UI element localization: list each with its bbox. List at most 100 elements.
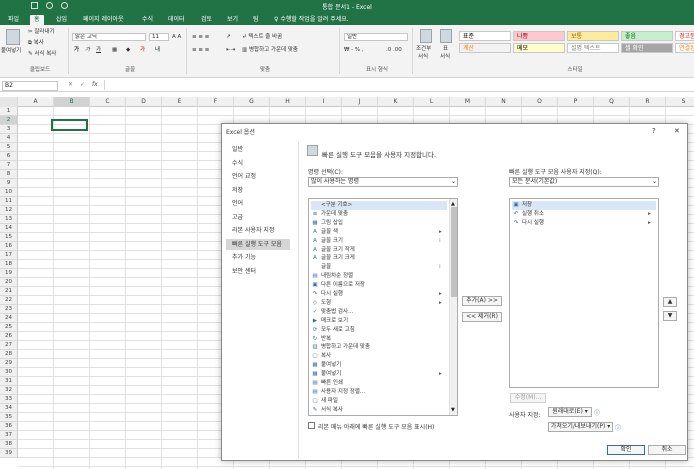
command-item[interactable]: ▢ 새 파일 xyxy=(311,397,447,406)
cell-style-item[interactable]: 보통 xyxy=(567,31,619,41)
underline-button[interactable]: 가 xyxy=(96,46,101,54)
cut-button[interactable]: ✂ 잘라내기 xyxy=(28,28,55,36)
options-nav-item[interactable]: 보안 센터 xyxy=(226,266,290,277)
row-header[interactable]: 39 xyxy=(0,449,18,458)
cancel-button[interactable]: 취소 xyxy=(648,445,686,455)
wrap-text-button[interactable]: ↲ 텍스트 줄 바꿈 xyxy=(242,33,282,41)
column-header[interactable]: N xyxy=(486,97,522,107)
column-header[interactable]: P xyxy=(558,97,594,107)
row-header[interactable]: 12 xyxy=(0,206,18,215)
command-item[interactable]: ◇ 도형 ▸ xyxy=(311,299,447,308)
column-header[interactable]: L xyxy=(414,97,450,107)
command-item[interactable]: ▦ 붙여넣기 xyxy=(311,361,447,370)
paste-button[interactable]: 붙여넣기 xyxy=(1,47,21,55)
commands-list[interactable]: ▲ ▼ <구분 기호> ≡ 가운데 맞춤 ▦ 그림 삽입 A 글꼴 색 ▸ A 글꼴 크기 ⁞ A 글꼴… xyxy=(308,198,458,416)
help-button[interactable]: ? xyxy=(652,127,656,135)
move-up-button[interactable]: ▲ xyxy=(663,297,677,307)
options-nav-item[interactable]: 고급 xyxy=(226,212,290,223)
show-below-ribbon-checkbox[interactable] xyxy=(308,422,315,429)
tab-home[interactable]: 홈 xyxy=(30,15,44,25)
scroll-down-icon[interactable]: ▼ xyxy=(451,407,455,413)
command-item[interactable]: A 글꼴 크기 크게 xyxy=(311,254,447,263)
table-format-button[interactable]: 표 xyxy=(443,45,448,53)
row-header[interactable]: 32 xyxy=(0,386,18,395)
cell-style-item[interactable]: 좋음 xyxy=(621,31,673,41)
column-header[interactable]: M xyxy=(450,97,486,107)
row-header[interactable]: 25 xyxy=(0,323,18,332)
row-header[interactable]: 4 xyxy=(0,134,18,143)
row-header[interactable]: 36 xyxy=(0,422,18,431)
active-cell-b2[interactable] xyxy=(51,119,88,131)
command-item[interactable]: 글꼴 ⁞ xyxy=(311,263,447,272)
command-item[interactable]: ↻ 반복 xyxy=(311,335,447,344)
copy-button[interactable]: ⧉ 복사 xyxy=(28,39,44,47)
options-nav-item[interactable]: 일반 xyxy=(226,144,290,155)
font-size-select[interactable]: 11 xyxy=(149,33,169,41)
command-item[interactable]: ⟳ 모두 새로 고침 xyxy=(311,326,447,335)
row-header[interactable]: 20 xyxy=(0,278,18,287)
row-header[interactable]: 28 xyxy=(0,350,18,359)
formula-input[interactable] xyxy=(104,80,692,90)
column-header[interactable]: S xyxy=(666,97,694,107)
command-item[interactable]: ▦ 그림 삽입 xyxy=(311,219,447,228)
choose-commands-select[interactable]: 많이 사용하는 명령 ⌄ xyxy=(308,177,458,187)
font-name-select[interactable]: 맑은 고딕 xyxy=(72,33,146,41)
cell-style-item[interactable]: 경고문 xyxy=(675,31,694,41)
orientation-icon[interactable]: ↗ xyxy=(226,33,231,41)
cell-style-item[interactable]: 나쁨 xyxy=(513,31,565,41)
command-item[interactable]: ▶ 매크로 보기 xyxy=(311,317,447,326)
command-item[interactable]: A 글꼴 크기 작게 xyxy=(311,246,447,255)
format-painter-button[interactable]: ✎ 서식 복사 xyxy=(28,50,56,58)
row-header[interactable]: 35 xyxy=(0,413,18,422)
column-header[interactable]: O xyxy=(522,97,558,107)
tab-formulas[interactable]: 수식 xyxy=(138,15,157,25)
command-item[interactable]: ≡ 가운데 맞춤 xyxy=(311,210,447,219)
row-header[interactable]: 17 xyxy=(0,251,18,260)
command-item[interactable]: A 글꼴 색 ▸ xyxy=(311,228,447,237)
row-header[interactable]: 10 xyxy=(0,188,18,197)
accounting-format-icon[interactable]: ₩ - % , xyxy=(344,46,364,54)
close-button[interactable]: ✕ xyxy=(674,127,680,135)
cell-style-item[interactable]: 연결된 셀 xyxy=(675,43,694,53)
tab-review[interactable]: 검토 xyxy=(197,15,216,25)
options-nav-item[interactable]: 리본 사용자 지정 xyxy=(226,225,290,236)
font-color-icon[interactable]: 가 xyxy=(140,46,145,54)
options-nav-item[interactable]: 저장 xyxy=(226,185,290,196)
row-header[interactable]: 23 xyxy=(0,305,18,314)
command-item[interactable]: A 글꼴 크기 ⁞ xyxy=(311,237,447,246)
row-header[interactable]: 15 xyxy=(0,233,18,242)
column-header[interactable]: H xyxy=(270,97,306,107)
conditional-format-icon[interactable] xyxy=(420,29,432,43)
row-header[interactable]: 34 xyxy=(0,404,18,413)
row-header[interactable]: 9 xyxy=(0,179,18,188)
column-header[interactable]: R xyxy=(630,97,666,107)
select-all-corner[interactable] xyxy=(0,97,18,107)
modify-button[interactable]: 수정(M)... xyxy=(510,393,546,403)
row-header[interactable]: 31 xyxy=(0,377,18,386)
command-item[interactable]: ▣ 다른 이름으로 저장 xyxy=(311,281,447,290)
tab-data[interactable]: 데이터 xyxy=(164,15,189,25)
remove-button[interactable]: << 제거(R) xyxy=(462,312,502,322)
add-button[interactable]: 추가(A) >> xyxy=(462,296,502,306)
tab-page-layout[interactable]: 페이지 레이아웃 xyxy=(79,15,128,25)
merge-center-button[interactable]: ▥ 병합하고 가운데 맞춤 xyxy=(242,46,298,54)
row-header[interactable]: 16 xyxy=(0,242,18,251)
fx-icon[interactable]: fx xyxy=(92,81,98,88)
name-box[interactable]: B2 xyxy=(2,81,58,91)
options-nav-item[interactable]: 수식 xyxy=(226,158,290,169)
tab-view[interactable]: 보기 xyxy=(223,15,242,25)
qat-item[interactable]: ↷ 다시 실행 ▸ xyxy=(512,219,656,228)
command-item[interactable]: ✓ 맞춤법 검사... xyxy=(311,308,447,317)
cell-style-item[interactable]: 메모 xyxy=(513,43,565,53)
column-header[interactable]: I xyxy=(306,97,342,107)
ok-button[interactable]: 확인 xyxy=(607,445,645,455)
row-header[interactable]: 14 xyxy=(0,224,18,233)
qat-list[interactable]: ▣ 저장 ↶ 실행 취소 ▸ ↷ 다시 실행 ▸ xyxy=(509,198,659,388)
column-header[interactable]: A xyxy=(18,97,54,107)
row-header[interactable]: 7 xyxy=(0,161,18,170)
import-export-button[interactable]: 가져오기/내보내기(P) ▾ xyxy=(548,422,613,432)
command-item[interactable]: ▤ 내림차순 정렬 xyxy=(311,272,447,281)
column-header[interactable]: Q xyxy=(594,97,630,107)
bold-button[interactable]: 가 xyxy=(74,46,79,54)
tab-file[interactable]: 파일 xyxy=(4,15,23,25)
